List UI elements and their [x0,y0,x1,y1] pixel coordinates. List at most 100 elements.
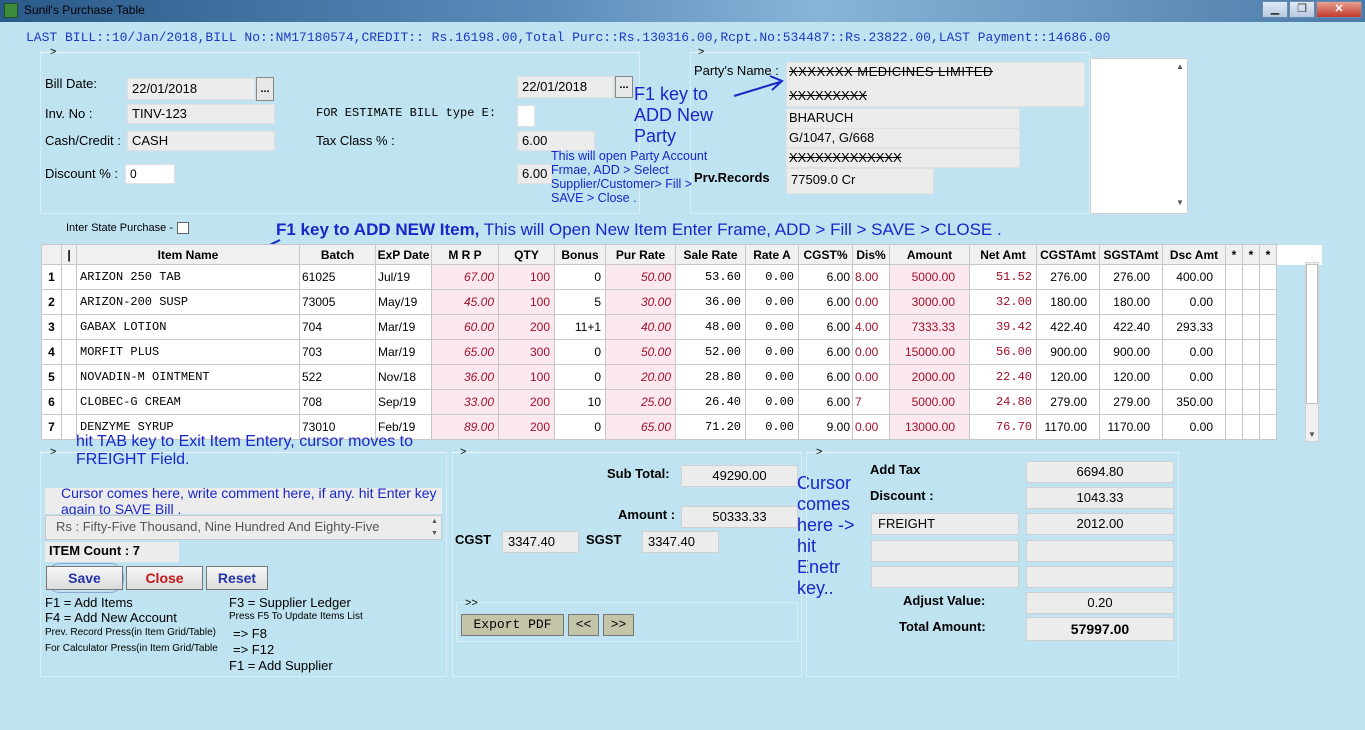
sgst-amt-cell[interactable]: 1170.00 [1099,414,1163,440]
freight-label-field[interactable]: FREIGHT [871,513,1019,535]
rate-a-cell[interactable]: 0.00 [745,389,799,415]
net-amt-cell[interactable]: 24.80 [969,389,1037,415]
next-record-button[interactable]: >> [603,614,634,636]
pur-rate-cell[interactable]: 50.00 [605,339,676,365]
rate-a-cell[interactable]: 0.00 [745,339,799,365]
table-row[interactable]: 6 CLOBEC-G CREAM 708 Sep/19 33.00 200 10 25.00 2… [41,389,1322,415]
bonus-cell[interactable]: 0 [554,414,606,440]
batch-cell[interactable]: 708 [299,389,376,415]
cgst-amt-cell[interactable]: 180.00 [1036,289,1100,315]
dis-cell[interactable]: 0.00 [852,414,890,440]
cgst-cell[interactable]: 6.00 [798,289,853,315]
qty-cell[interactable]: 200 [498,414,555,440]
sale-rate-cell[interactable]: 26.40 [675,389,746,415]
rate-a-cell[interactable]: 0.00 [745,264,799,290]
net-amt-cell[interactable]: 22.40 [969,364,1037,390]
col-header-net-amt[interactable]: Net Amt [969,244,1037,265]
adjust-value[interactable]: 0.20 [1026,592,1174,614]
sgst-amt-cell[interactable]: 120.00 [1099,364,1163,390]
mrp-cell[interactable]: 89.00 [431,414,499,440]
net-amt-cell[interactable]: 51.52 [969,264,1037,290]
dsc-amt-cell[interactable]: 0.00 [1162,289,1226,315]
bonus-cell[interactable]: 0 [554,264,606,290]
qty-cell[interactable]: 300 [498,339,555,365]
qty-cell[interactable]: 100 [498,264,555,290]
sale-rate-cell[interactable]: 71.20 [675,414,746,440]
qty-cell[interactable]: 200 [498,314,555,340]
cgst-cell[interactable]: 6.00 [798,264,853,290]
exp-date-cell[interactable]: Nov/18 [375,364,432,390]
mrp-cell[interactable]: 36.00 [431,364,499,390]
estimate-field[interactable] [517,105,535,127]
sgst-amt-cell[interactable]: 180.00 [1099,289,1163,315]
dis-cell[interactable]: 0.00 [852,364,890,390]
dsc-amt-cell[interactable]: 400.00 [1162,264,1226,290]
dis-cell[interactable]: 0.00 [852,339,890,365]
amount-cell[interactable]: 5000.00 [889,264,970,290]
rate-a-cell[interactable]: 0.00 [745,314,799,340]
sgst-amt-cell[interactable]: 279.00 [1099,389,1163,415]
table-row[interactable]: 3 GABAX LOTION 704 Mar/19 60.00 200 11+1 40.00 4… [41,314,1322,340]
dis-cell[interactable]: 7 [852,389,890,415]
col-header-star[interactable]: * [1242,244,1260,265]
date2-field[interactable]: 22/01/2018 [517,76,614,98]
col-header-pur-rate[interactable]: Pur Rate [605,244,676,265]
exp-date-cell[interactable]: Jul/19 [375,264,432,290]
col-header-sale-rate[interactable]: Sale Rate [675,244,746,265]
net-amt-cell[interactable]: 39.42 [969,314,1037,340]
cgst-amt-cell[interactable]: 422.40 [1036,314,1100,340]
mrp-cell[interactable]: 33.00 [431,389,499,415]
amount-cell[interactable]: 13000.00 [889,414,970,440]
cgst-amt-cell[interactable]: 120.00 [1036,364,1100,390]
extra-charge-value-2[interactable] [1026,566,1174,588]
rate-a-cell[interactable]: 0.00 [745,414,799,440]
inter-state-checkbox[interactable] [177,222,189,234]
minimize-button[interactable]: ▁ [1262,1,1288,18]
col-header-amount[interactable]: Amount [889,244,970,265]
cgst-amt-cell[interactable]: 900.00 [1036,339,1100,365]
net-amt-cell[interactable]: 56.00 [969,339,1037,365]
col-header-sgst-amt[interactable]: SGSTAmt [1099,244,1163,265]
item-name-cell[interactable]: CLOBEC-G CREAM [76,389,300,415]
pur-rate-cell[interactable]: 30.00 [605,289,676,315]
cgst-cell[interactable]: 6.00 [798,339,853,365]
mrp-cell[interactable]: 60.00 [431,314,499,340]
cgst-cell[interactable]: 6.00 [798,364,853,390]
reset-button[interactable]: Reset [206,566,268,590]
table-row[interactable]: 2 ARIZON-200 SUSP 73005 May/19 45.00 100 5 30.0… [41,289,1322,315]
pur-rate-cell[interactable]: 65.00 [605,414,676,440]
item-name-cell[interactable]: ARIZON-200 SUSP [76,289,300,315]
dsc-amt-cell[interactable]: 0.00 [1162,414,1226,440]
item-name-cell[interactable]: NOVADIN-M OINTMENT [76,364,300,390]
qty-cell[interactable]: 100 [498,289,555,315]
col-header-cgst-amt[interactable]: CGSTAmt [1036,244,1100,265]
party-notes-box[interactable] [1090,58,1188,214]
amount-cell[interactable]: 3000.00 [889,289,970,315]
qty-cell[interactable]: 200 [498,389,555,415]
close-window-button[interactable]: ✕ [1316,1,1362,18]
table-row[interactable]: 1 ARIZON 250 TAB 61025 Jul/19 67.00 100 0 50.00… [41,264,1322,290]
cgst-cell[interactable]: 6.00 [798,389,853,415]
dsc-amt-cell[interactable]: 350.00 [1162,389,1226,415]
item-name-cell[interactable]: ARIZON 250 TAB [76,264,300,290]
date2-picker-button[interactable]: ... [615,76,633,98]
dis-cell[interactable]: 4.00 [852,314,890,340]
cash-credit-field[interactable]: CASH [127,131,275,151]
amount-cell[interactable]: 5000.00 [889,389,970,415]
bonus-cell[interactable]: 0 [554,364,606,390]
col-header-exp-date[interactable]: ExP Date [375,244,432,265]
sale-rate-cell[interactable]: 53.60 [675,264,746,290]
bonus-cell[interactable]: 0 [554,339,606,365]
exp-date-cell[interactable]: May/19 [375,289,432,315]
prev-record-button[interactable]: << [568,614,599,636]
extra-charge-value-1[interactable] [1026,540,1174,562]
col-header-mrp[interactable]: M R P [431,244,499,265]
dis-cell[interactable]: 8.00 [852,264,890,290]
item-name-cell[interactable]: MORFIT PLUS [76,339,300,365]
discount-field[interactable]: 0 [125,164,175,184]
dsc-amt-cell[interactable]: 293.33 [1162,314,1226,340]
bill-date-field[interactable]: 22/01/2018 [127,78,255,100]
col-header-batch[interactable]: Batch [299,244,376,265]
sale-rate-cell[interactable]: 36.00 [675,289,746,315]
save-button[interactable]: Save [46,566,123,590]
